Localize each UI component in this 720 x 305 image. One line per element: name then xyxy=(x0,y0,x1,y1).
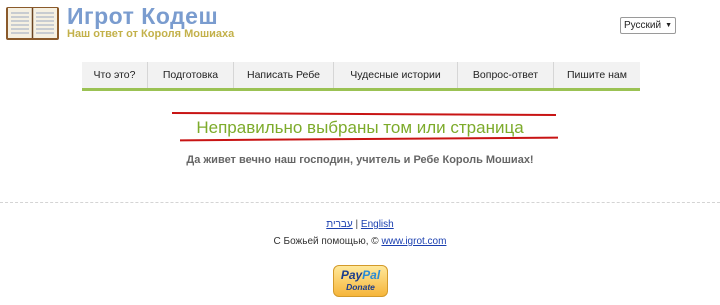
donate-label: Donate xyxy=(346,282,375,292)
lang-separator: | xyxy=(355,219,359,230)
paypal-logo: PayPal xyxy=(340,268,381,282)
site-title[interactable]: Игрот Кодеш xyxy=(67,3,218,30)
language-select-value: Русский xyxy=(624,20,662,31)
nav-item-contact[interactable]: Пишите нам xyxy=(554,62,640,88)
copyright-text: С Божьей помощью, © xyxy=(273,236,379,247)
main-nav: Что это? Подготовка Написать Ребе Чудесн… xyxy=(82,62,640,91)
site-link[interactable]: www.igrot.com xyxy=(381,236,446,247)
nav-item-write-rebbe[interactable]: Написать Ребе xyxy=(234,62,334,88)
english-link[interactable]: English xyxy=(361,219,394,230)
footer-copyright: С Божьей помощью, © www.igrot.com xyxy=(0,236,720,247)
hebrew-link[interactable]: עברית xyxy=(326,219,352,230)
language-select[interactable]: Русский ▼ xyxy=(620,17,676,34)
blessing-text: Да живет вечно наш господин, учитель и Р… xyxy=(186,154,534,166)
site-subtitle: Наш ответ от Короля Мошиаха xyxy=(67,28,235,40)
open-book-icon[interactable] xyxy=(5,5,60,41)
paypal-donate-button[interactable]: PayPal Donate xyxy=(333,265,388,297)
nav-item-miracle-stories[interactable]: Чудесные истории xyxy=(334,62,458,88)
error-title: Неправильно выбраны том или страница xyxy=(196,118,524,137)
footer-divider xyxy=(0,202,720,203)
nav-item-what-is-it[interactable]: Что это? xyxy=(82,62,148,88)
nav-item-qa[interactable]: Вопрос-ответ xyxy=(458,62,554,88)
site-header: Игрот Кодеш Наш ответ от Короля Мошиаха … xyxy=(0,0,720,58)
nav-item-preparation[interactable]: Подготовка xyxy=(148,62,234,88)
footer-language-links: עברית | English xyxy=(0,219,720,230)
annotation-line-top xyxy=(171,111,557,117)
dropdown-arrow-icon: ▼ xyxy=(665,22,672,29)
